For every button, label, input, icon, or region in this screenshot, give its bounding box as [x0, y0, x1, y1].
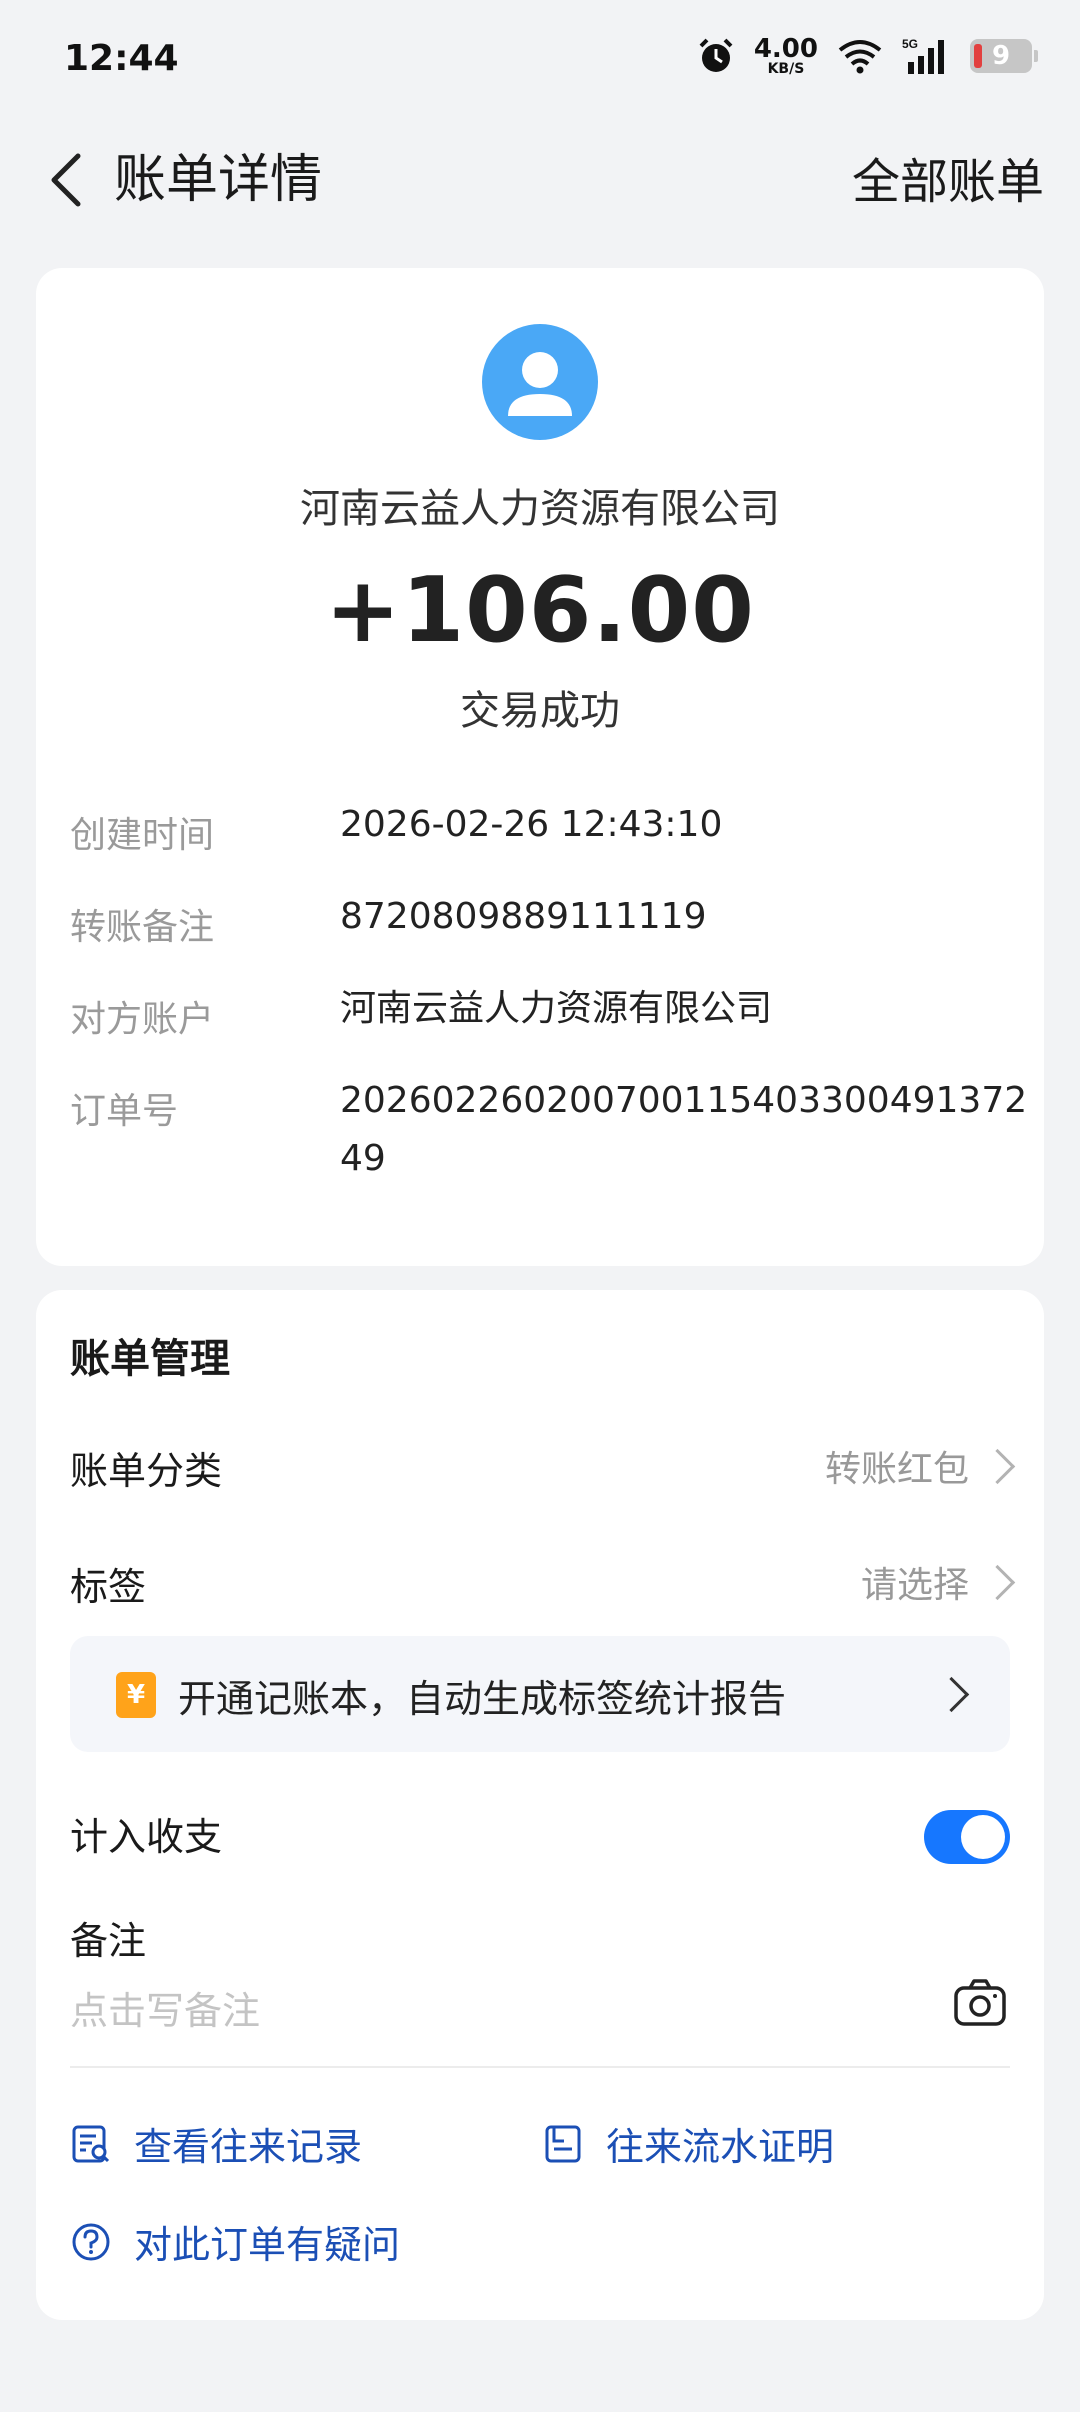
chevron-right-icon	[979, 1448, 1016, 1484]
chevron-right-icon	[933, 1676, 970, 1713]
status-time: 12:44	[64, 38, 179, 79]
back-button[interactable]	[34, 148, 98, 212]
tag-selector[interactable]: 请选择	[860, 1556, 1016, 1608]
detail-label-order-no: 订单号	[70, 1091, 179, 1132]
detail-label-remark: 转账备注	[70, 907, 215, 948]
record-list-icon	[72, 2125, 110, 2162]
all-bills-link[interactable]: 全部账单	[852, 152, 1044, 212]
note-label: 备注	[70, 1919, 147, 1963]
alarm-icon	[699, 38, 733, 72]
detail-label-created-time: 创建时间	[70, 815, 215, 856]
include-income-expense-toggle[interactable]	[924, 1810, 1010, 1864]
order-question-link[interactable]: 对此订单有疑问	[70, 2214, 400, 2269]
include-income-expense-label: 计入收支	[70, 1815, 223, 1859]
ledger-icon: ¥	[116, 1672, 156, 1718]
detail-value-remark: 8720809889111119	[340, 896, 707, 937]
amount: +106.00	[325, 558, 755, 663]
svg-text:5G: 5G	[902, 37, 918, 51]
nav-bar: 账单详情 全部账单	[0, 130, 1080, 230]
bill-management-card: 账单管理 账单分类 转账红包 标签 请选择 ¥ 开通记账本，自动生成标签统计报告…	[36, 1290, 1044, 2320]
view-history-label: 查看往来记录	[134, 2125, 363, 2169]
transaction-proof-label: 往来流水证明	[606, 2125, 835, 2169]
divider	[70, 2066, 1010, 2068]
order-question-label: 对此订单有疑问	[134, 2223, 401, 2267]
ledger-promo-banner[interactable]: ¥ 开通记账本，自动生成标签统计报告	[70, 1636, 1010, 1752]
transaction-card: 河南云益人力资源有限公司 +106.00 交易成功 创建时间 2026-02-2…	[36, 268, 1044, 1266]
transaction-proof-link[interactable]: 往来流水证明	[542, 2116, 834, 2171]
category-value: 转账红包	[824, 1449, 969, 1490]
transaction-status: 交易成功	[460, 688, 620, 734]
avatar	[482, 324, 598, 440]
toggle-knob	[961, 1815, 1005, 1859]
category-selector[interactable]: 转账红包	[824, 1440, 1016, 1492]
page-title: 账单详情	[114, 150, 323, 210]
promo-text: 开通记账本，自动生成标签统计报告	[178, 1677, 787, 1721]
tag-label: 标签	[70, 1565, 147, 1609]
detail-value-account: 河南云益人力资源有限公司	[340, 988, 773, 1029]
net-speed: 4.00 KB/S	[753, 34, 818, 77]
note-input[interactable]: 点击写备注	[70, 1980, 260, 2035]
chevron-right-icon	[979, 1564, 1016, 1600]
question-circle-icon	[72, 2223, 110, 2260]
detail-value-order-no[interactable]: 20260226020070011540330049137249	[340, 1072, 1030, 1188]
view-history-link[interactable]: 查看往来记录	[70, 2116, 362, 2171]
chevron-left-icon	[51, 153, 81, 207]
user-icon	[508, 352, 572, 416]
category-label: 账单分类	[70, 1449, 223, 1493]
detail-label-account: 对方账户	[70, 999, 215, 1040]
wifi-icon	[838, 40, 882, 74]
status-bar: 12:44 4.00 KB/S 5G 9	[0, 0, 1080, 120]
camera-icon[interactable]	[952, 1974, 1008, 2030]
section-title: 账单管理	[70, 1336, 230, 1382]
detail-value-created-time: 2026-02-26 12:43:10	[340, 804, 723, 845]
tag-value: 请选择	[860, 1565, 969, 1606]
battery-icon: 9	[970, 39, 1038, 73]
document-icon	[545, 2125, 581, 2162]
payee-name: 河南云益人力资源有限公司	[300, 486, 780, 532]
cellular-signal-icon: 5G	[902, 37, 944, 74]
status-icons: 4.00 KB/S 5G 9	[696, 34, 1038, 77]
